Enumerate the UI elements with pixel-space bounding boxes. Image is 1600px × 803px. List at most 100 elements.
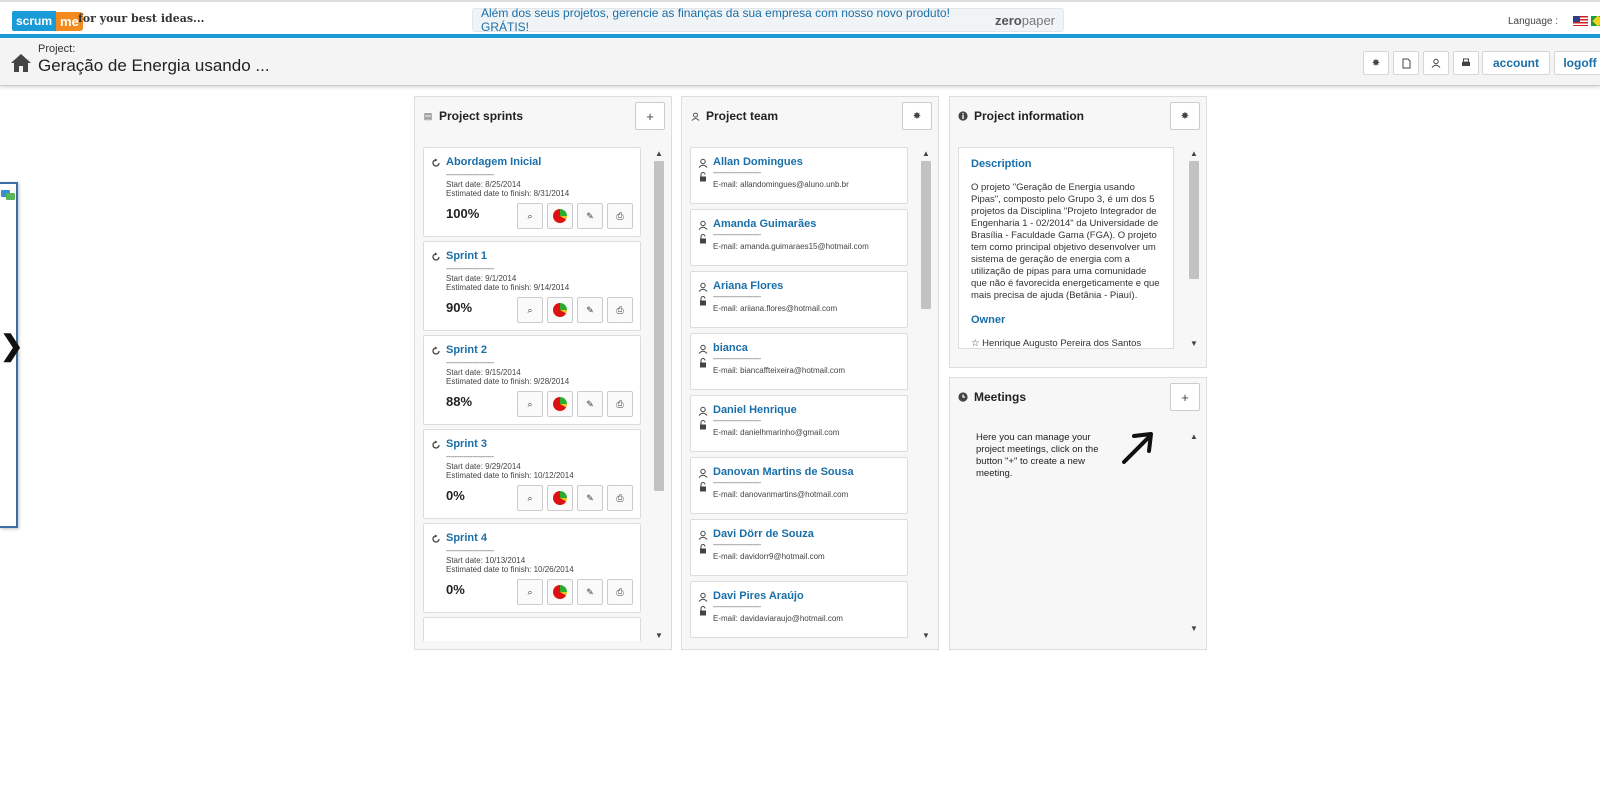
print-sprint-button[interactable]: ⎙ (607, 391, 633, 417)
add-sprint-button[interactable]: + (635, 102, 665, 130)
member-card[interactable]: Daniel Henrique ---------------------- E… (690, 395, 908, 452)
scroll-thumb[interactable] (1189, 161, 1199, 279)
sprint-card[interactable] (423, 617, 641, 641)
team-scrollbar[interactable]: ▲ ▼ (920, 147, 932, 641)
chevron-right-icon[interactable]: ❯ (0, 332, 23, 360)
member-email: E-mail: ariiana.flores@hotmail.com (713, 304, 838, 313)
pie-chart-icon (553, 585, 567, 599)
view-sprint-button[interactable]: ⌕ (517, 297, 543, 323)
member-email: E-mail: davidorr9@hotmail.com (713, 552, 825, 561)
member-email: E-mail: allandomingues@aluno.unb.br (713, 180, 849, 189)
member-name[interactable]: Amanda Guimarães (713, 218, 816, 230)
view-sprint-button[interactable]: ⌕ (517, 579, 543, 605)
member-card[interactable]: bianca ---------------------- E-mail: bi… (690, 333, 908, 390)
print-sprint-button[interactable]: ⎙ (607, 579, 633, 605)
panel-header: Project information ✸ (950, 97, 1206, 135)
edit-sprint-button[interactable]: ✎ (577, 579, 603, 605)
scroll-down-icon[interactable]: ▼ (653, 629, 665, 641)
scroll-thumb[interactable] (654, 161, 664, 491)
member-card[interactable]: Amanda Guimarães ---------------------- … (690, 209, 908, 266)
user-button[interactable] (1423, 51, 1449, 75)
member-name[interactable]: Ariana Flores (713, 280, 783, 292)
sprint-finish-date: Estimated date to finish: 9/28/2014 (446, 377, 570, 386)
info-settings-button[interactable]: ✸ (1170, 102, 1200, 130)
logoff-button[interactable]: logoff (1554, 51, 1600, 75)
scroll-down-icon[interactable]: ▼ (920, 629, 932, 641)
promo-banner[interactable]: Além dos seus projetos, gerencie as fina… (472, 6, 1064, 34)
edit-sprint-button[interactable]: ✎ (577, 203, 603, 229)
edit-sprint-button[interactable]: ✎ (577, 485, 603, 511)
cycle-icon (432, 252, 440, 261)
separator: ---------------------- (713, 292, 761, 301)
add-meeting-button[interactable]: + (1170, 383, 1200, 411)
info-scrollbar[interactable]: ▲ ▼ (1188, 147, 1200, 349)
view-sprint-button[interactable]: ⌕ (517, 203, 543, 229)
scroll-down-icon[interactable]: ▼ (1188, 622, 1200, 634)
sprint-chart-button[interactable] (547, 485, 573, 511)
team-settings-button[interactable]: ✸ (902, 102, 932, 130)
search-icon: ⌕ (527, 492, 533, 503)
sprint-card[interactable]: Sprint 3 ---------------------- Start da… (423, 429, 641, 519)
sprint-name[interactable]: Sprint 3 (446, 438, 487, 450)
edit-sprint-button[interactable]: ✎ (577, 391, 603, 417)
member-name[interactable]: bianca (713, 342, 748, 354)
scroll-up-icon[interactable]: ▲ (920, 147, 932, 159)
brazil-flag-icon[interactable] (1591, 16, 1600, 26)
project-sprints-panel: ▤ Project sprints + Abordagem Inicial --… (414, 96, 672, 650)
panel-title: Meetings (974, 390, 1027, 404)
scroll-up-icon[interactable]: ▲ (653, 147, 665, 159)
sprints-scrollbar[interactable]: ▲ ▼ (653, 147, 665, 641)
print-sprint-button[interactable]: ⎙ (607, 203, 633, 229)
sprint-chart-button[interactable] (547, 297, 573, 323)
view-sprint-button[interactable]: ⌕ (517, 391, 543, 417)
sprint-chart-button[interactable] (547, 579, 573, 605)
gear-icon: ✸ (1371, 57, 1381, 69)
separator: ---------------------- (713, 416, 761, 425)
scroll-thumb[interactable] (921, 161, 931, 309)
panel-header: Project team ✸ (682, 97, 938, 135)
view-sprint-button[interactable]: ⌕ (517, 485, 543, 511)
scroll-up-icon[interactable]: ▲ (1188, 147, 1200, 159)
member-name[interactable]: Allan Domingues (713, 156, 803, 168)
us-flag-icon[interactable] (1573, 16, 1588, 26)
member-card[interactable]: Allan Domingues ---------------------- E… (690, 147, 908, 204)
scrumme-logo[interactable]: scrum me (12, 8, 83, 34)
edit-sprint-button[interactable]: ✎ (577, 297, 603, 323)
home-icon[interactable] (10, 52, 32, 74)
print-sprint-button[interactable]: ⎙ (607, 297, 633, 323)
scroll-up-icon[interactable]: ▲ (1188, 430, 1200, 442)
sprint-card[interactable]: Sprint 1 ---------------------- Start da… (423, 241, 641, 331)
scroll-down-icon[interactable]: ▼ (1188, 337, 1200, 349)
member-name[interactable]: Danovan Martins de Sousa (713, 466, 854, 478)
print-button[interactable] (1453, 51, 1479, 75)
sprint-name[interactable]: Abordagem Inicial (446, 156, 541, 168)
member-card[interactable]: Ariana Flores ---------------------- E-m… (690, 271, 908, 328)
settings-button[interactable]: ✸ (1363, 51, 1389, 75)
member-card[interactable]: Davi Pires Araújo ----------------------… (690, 581, 908, 638)
member-card[interactable]: Danovan Martins de Sousa ---------------… (690, 457, 908, 514)
account-button[interactable]: account (1482, 51, 1550, 75)
sprint-card[interactable]: Sprint 4 ---------------------- Start da… (423, 523, 641, 613)
user-icon (698, 220, 708, 230)
member-card[interactable]: Davi Dörr de Souza ---------------------… (690, 519, 908, 576)
document-button[interactable] (1393, 51, 1419, 75)
member-email: E-mail: davidaviaraujo@hotmail.com (713, 614, 843, 623)
side-chat-tab[interactable]: ❯ (0, 182, 23, 528)
member-email: E-mail: biancaffteixeira@hotmail.com (713, 366, 846, 375)
member-name[interactable]: Davi Dörr de Souza (713, 528, 814, 540)
sprint-chart-button[interactable] (547, 203, 573, 229)
printer-icon: ⎙ (616, 492, 624, 503)
print-sprint-button[interactable]: ⎙ (607, 485, 633, 511)
printer-icon (1462, 58, 1470, 66)
member-name[interactable]: Daniel Henrique (713, 404, 797, 416)
sprint-card[interactable]: Sprint 2 ---------------------- Start da… (423, 335, 641, 425)
promo-text: Além dos seus projetos, gerencie as fina… (481, 6, 950, 34)
sprint-card[interactable]: Abordagem Inicial ----------------------… (423, 147, 641, 237)
meetings-scrollbar[interactable]: ▲ ▼ (1188, 430, 1200, 634)
sprint-name[interactable]: Sprint 2 (446, 344, 487, 356)
sprint-name[interactable]: Sprint 1 (446, 250, 487, 262)
sprint-name[interactable]: Sprint 4 (446, 532, 487, 544)
member-name[interactable]: Davi Pires Araújo (713, 590, 804, 602)
separator: ---------------------- (713, 602, 761, 611)
sprint-chart-button[interactable] (547, 391, 573, 417)
